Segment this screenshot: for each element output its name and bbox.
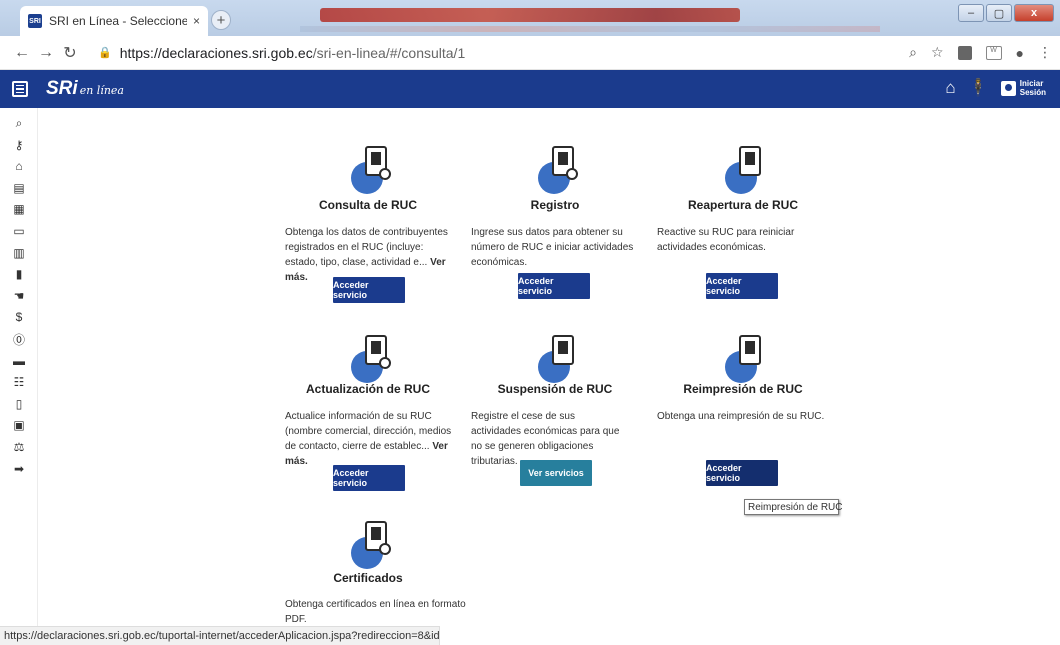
close-window-button[interactable]: x (1014, 4, 1054, 22)
site-header: SRi en línea ⌂ 🕴 Iniciar Sesión (0, 70, 1060, 108)
card-title: Consulta de RUC (318, 198, 417, 212)
sidebar: ⌕ ⚷ ⌂ ▤ ▦ ▭ ▥ ▮ ☚ $ ⓪ ▬ ☷ ▯ ▣ ⚖ ➡ (0, 108, 38, 628)
home-icon[interactable]: ⌂ (945, 79, 955, 97)
document-icon[interactable]: ▥ (12, 246, 26, 260)
browser-titlebar: SRI SRI en Línea - Seleccione su cons × … (0, 0, 1060, 36)
money-icon[interactable]: ▬ (12, 354, 26, 368)
dollar-icon[interactable]: $ (12, 310, 26, 324)
card-registro: Registro Ingrese sus datos para obtener … (470, 146, 670, 306)
bank-icon[interactable]: ⌂ (12, 159, 26, 173)
address-bar: ← → ↻ 🔒 https://declaraciones.sri.gob.ec… (0, 36, 1060, 70)
update-document-icon (351, 335, 401, 385)
star-icon[interactable]: ☆ (931, 44, 944, 61)
status-bar-url: https://declaraciones.sri.gob.ec/tuporta… (0, 626, 440, 645)
new-tab-button[interactable]: + (211, 10, 231, 30)
card-title: Certificados (333, 571, 403, 585)
file-icon[interactable]: ▮ (12, 267, 26, 281)
acceder-servicio-button[interactable]: Acceder servicio (333, 277, 405, 303)
blurred-window-strip (300, 26, 880, 32)
card-title: Actualización de RUC (305, 382, 431, 396)
card-title: Registro (530, 198, 580, 212)
logout-icon[interactable]: ➡ (12, 462, 26, 476)
card-title: Reimpresión de RUC (683, 382, 803, 396)
address-bar-actions: ⌕ ☆ W ● ⋮ (909, 44, 1052, 61)
card-description: Actualice información de su RUC (nombre … (285, 411, 452, 467)
tooltip: Reimpresión de RUC (744, 499, 842, 515)
profile-icon[interactable]: ● (1016, 45, 1024, 61)
card-title: Reapertura de RUC (687, 198, 799, 212)
card-reimpresion-ruc: Reimpresión de RUC Obtenga una reimpresi… (657, 335, 857, 495)
ver-servicios-button[interactable]: Ver servicios (520, 460, 592, 486)
receipt-icon[interactable]: ☷ (12, 375, 26, 389)
forward-icon[interactable]: → (34, 44, 58, 62)
acceder-servicio-button[interactable]: Acceder servicio (518, 273, 590, 299)
card-description: Obtenga los datos de contribuyentes regi… (285, 227, 448, 283)
reprint-document-icon (725, 335, 775, 385)
search-document-icon (351, 146, 401, 196)
suspend-document-icon (538, 335, 588, 385)
card-suspension-ruc: Suspensión de RUC Registre el cese de su… (470, 335, 670, 495)
reopen-document-icon (725, 146, 775, 196)
certificate-document-icon (351, 521, 401, 571)
card-description: Ingrese sus datos para obtener su número… (471, 227, 634, 268)
card-description: Obtenga una reimpresión de su RUC. (657, 411, 825, 422)
card-actualizacion-ruc: Actualización de RUC Actualice informaci… (285, 335, 485, 495)
car-icon[interactable]: ▣ (12, 418, 26, 432)
blurred-window-title (320, 8, 740, 22)
menu-dots-icon[interactable]: ⋮ (1038, 44, 1052, 61)
lock-icon: 🔒 (98, 47, 112, 59)
window-controls: – ▢ x (958, 4, 1054, 22)
acceder-servicio-button[interactable]: Acceder servicio (706, 460, 778, 486)
building-icon[interactable]: ▤ (12, 181, 26, 195)
extension-icon[interactable] (957, 45, 972, 60)
user-icon (1000, 80, 1016, 96)
card-reapertura-ruc: Reapertura de RUC Reactive su RUC para r… (657, 146, 857, 306)
browser-tab[interactable]: SRI SRI en Línea - Seleccione su cons × (20, 6, 208, 36)
login-button[interactable]: Iniciar Sesión (1000, 79, 1046, 97)
paper-icon[interactable]: ▯ (12, 397, 26, 411)
coin-icon[interactable]: ⓪ (12, 332, 26, 347)
card-title: Suspensión de RUC (497, 382, 613, 396)
accessibility-icon[interactable]: 🕴 (968, 79, 989, 97)
tab-title: SRI en Línea - Seleccione su cons (49, 14, 187, 28)
sri-favicon-icon: SRI (28, 14, 42, 28)
acceder-servicio-button[interactable]: Acceder servicio (333, 465, 405, 491)
register-document-icon (538, 146, 588, 196)
scale-icon[interactable]: ⚖ (12, 440, 26, 454)
card-description: Obtenga certificados en línea en formato… (285, 599, 466, 625)
card-certificados: Certificados Obtenga certificados en lín… (285, 521, 485, 625)
maximize-button[interactable]: ▢ (986, 4, 1012, 22)
hand-icon[interactable]: ☚ (12, 289, 26, 303)
office-icon[interactable]: ▦ (12, 202, 26, 216)
extension-w-icon[interactable]: W (985, 45, 1002, 60)
inbox-icon[interactable]: ▭ (12, 224, 26, 238)
hamburger-menu-icon[interactable] (12, 81, 28, 97)
url-field[interactable]: https://declaraciones.sri.gob.ec/sri-en-… (120, 45, 466, 61)
back-icon[interactable]: ← (10, 44, 34, 62)
close-icon[interactable]: × (193, 14, 200, 28)
sri-logo[interactable]: SRi en línea (46, 78, 124, 100)
zoom-icon[interactable]: ⌕ (909, 44, 917, 61)
search-icon[interactable]: ⌕ (12, 116, 26, 130)
key-icon[interactable]: ⚷ (12, 138, 26, 152)
reload-icon[interactable]: ↻ (58, 43, 82, 63)
header-actions: ⌂ 🕴 Iniciar Sesión (945, 79, 1046, 98)
acceder-servicio-button[interactable]: Acceder servicio (706, 273, 778, 299)
card-description: Reactive su RUC para reiniciar actividad… (657, 227, 795, 253)
minimize-button[interactable]: – (958, 4, 984, 22)
card-consulta-ruc: Consulta de RUC Obtenga los datos de con… (285, 146, 485, 306)
